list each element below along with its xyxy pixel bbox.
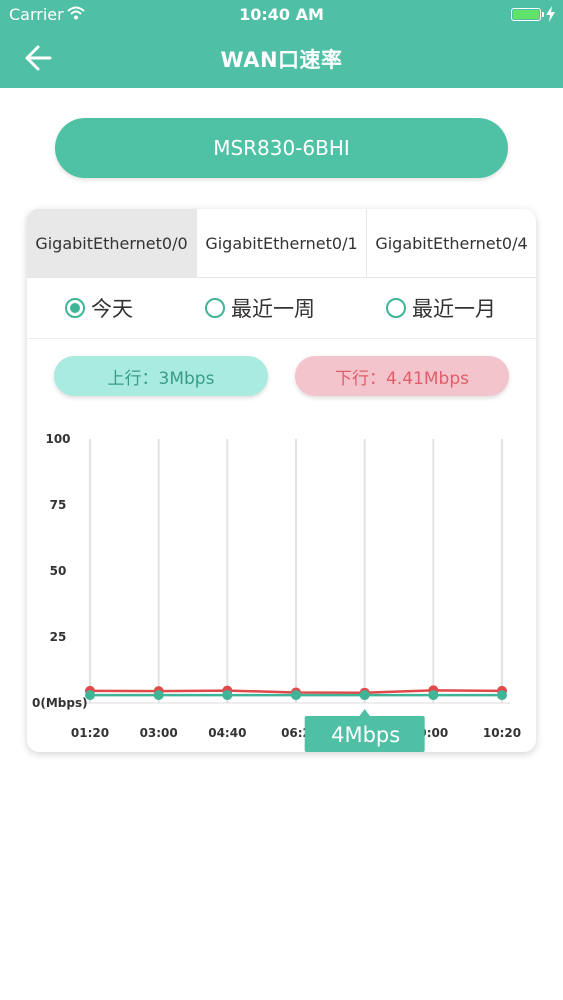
page-title: WAN口速率: [220, 48, 343, 72]
data-point: [153, 690, 164, 701]
status-bar: Carrier 10:40 AM: [0, 0, 563, 30]
y-tick-label: 0(Mbps): [32, 696, 88, 710]
tooltip-arrow: [358, 709, 371, 717]
y-tick-label: 75: [50, 498, 67, 512]
tooltip-label: 4Mbps: [331, 723, 400, 747]
device-selector-button[interactable]: MSR830-6BHI: [55, 118, 508, 178]
data-point: [291, 690, 301, 701]
data-point: [428, 690, 439, 701]
speed-line-chart: 1007550250(Mbps)01:20 03:00 04:40 06:2 9:00 1…: [32, 432, 521, 752]
data-point: [359, 690, 370, 701]
x-tick-label: 10:20: [483, 726, 521, 740]
y-tick-label: 50: [50, 564, 67, 578]
data-point: [85, 690, 95, 701]
speed-card: GigabitEthernet0/0 GigabitEthernet0/1 Gi…: [27, 209, 536, 752]
nav-bar: WAN口速率: [0, 30, 563, 88]
y-tick-label: 25: [50, 630, 67, 644]
data-point: [222, 690, 233, 701]
status-time: 10:40 AM: [239, 5, 324, 24]
x-tick-label: 04:40: [208, 726, 246, 740]
x-tick-label: 01:20: [71, 726, 109, 740]
x-tick-label: 03:00: [140, 726, 178, 740]
y-tick-label: 100: [45, 432, 70, 446]
header: Carrier 10:40 AM WAN口速率: [0, 0, 563, 88]
data-point: [497, 690, 507, 701]
charging-bolt-icon: [546, 6, 555, 22]
battery-icon: [511, 8, 544, 21]
